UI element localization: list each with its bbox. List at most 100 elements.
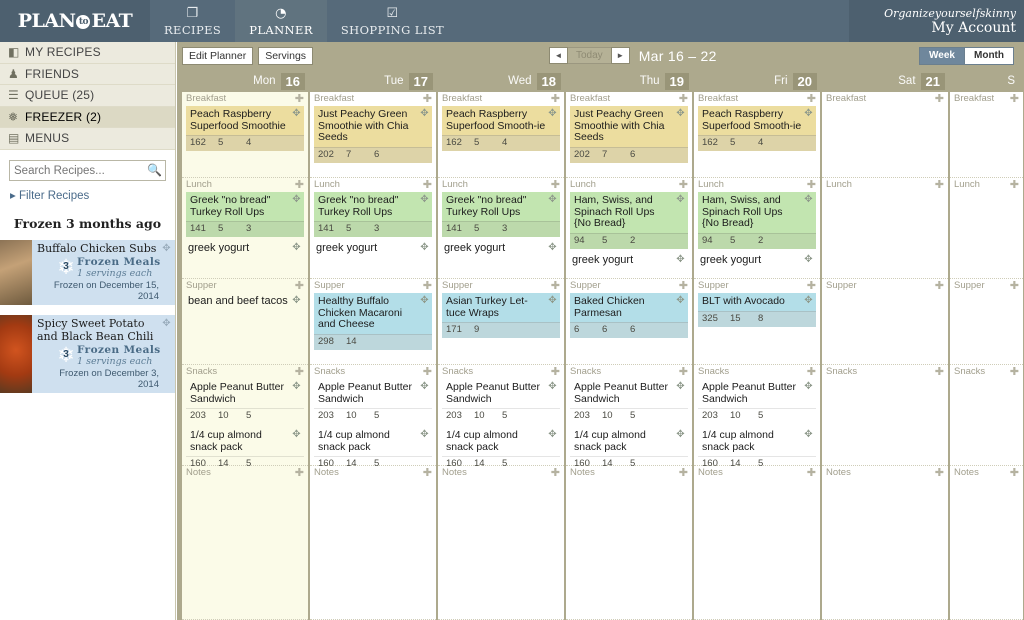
day-header-thu[interactable]: Thu 19 (566, 70, 693, 92)
add-note-icon[interactable]: ✚ (1010, 466, 1019, 480)
sidebar-item-menus[interactable]: ▤ MENUS (0, 128, 175, 150)
today-button[interactable]: Today (568, 47, 611, 64)
sidebar-item-friends[interactable]: ♟ FRIENDS (0, 63, 175, 85)
day-header-sat[interactable]: Sat 21 (822, 70, 949, 92)
add-supper-icon[interactable]: ✚ (423, 279, 432, 293)
add-supper-icon[interactable]: ✚ (679, 279, 688, 293)
add-supper-icon[interactable]: ✚ (1010, 279, 1019, 293)
meal-item[interactable]: Just Peachy Green Smoothie with Chia See… (314, 106, 432, 163)
add-note-icon[interactable]: ✚ (551, 466, 560, 480)
add-lunch-icon[interactable]: ✚ (295, 178, 304, 192)
add-note-icon[interactable]: ✚ (679, 466, 688, 480)
meal-item[interactable]: Peach Raspberry Superfood Smooth-ie ✥ 162 5… (442, 106, 560, 151)
meal-item[interactable]: Baked Chicken Parmesan ✥ 6 6 6 (570, 293, 688, 338)
add-lunch-icon[interactable]: ✚ (423, 178, 432, 192)
add-breakfast-icon[interactable]: ✚ (1010, 92, 1019, 106)
add-snacks-icon[interactable]: ✚ (935, 365, 944, 379)
add-supper-icon[interactable]: ✚ (935, 279, 944, 293)
drag-handle-icon[interactable]: ✥ (803, 108, 814, 119)
add-snacks-icon[interactable]: ✚ (807, 365, 816, 379)
drag-handle-icon[interactable]: ✥ (675, 295, 686, 306)
list-item[interactable]: ✥ Spicy Sweet Potato and Black Bean Chil… (0, 314, 175, 394)
day-header-tue[interactable]: Tue 17 (310, 70, 437, 92)
add-supper-icon[interactable]: ✚ (295, 279, 304, 293)
meal-item[interactable]: Ham, Swiss, and Spinach Roll Ups {No Bre… (698, 192, 816, 249)
meal-item[interactable]: Apple Peanut Butter Sandwich ✥ 203 10 5 (698, 379, 816, 424)
notes-section[interactable]: Notes ✚ (438, 466, 564, 620)
filter-recipes-toggle[interactable]: ▸ Filter Recipes (0, 181, 175, 202)
day-header-fri[interactable]: Fri 20 (694, 70, 821, 92)
app-logo[interactable]: PLAN to EAT (0, 0, 150, 42)
add-breakfast-icon[interactable]: ✚ (679, 92, 688, 106)
meal-item[interactable]: Apple Peanut Butter Sandwich ✥ 203 10 5 (314, 379, 432, 424)
add-snacks-icon[interactable]: ✚ (295, 365, 304, 379)
add-lunch-icon[interactable]: ✚ (935, 178, 944, 192)
drag-handle-icon[interactable]: ✥ (803, 429, 814, 440)
notes-section[interactable]: Notes ✚ (566, 466, 692, 620)
meal-item[interactable]: bean and beef tacos ✥ (186, 293, 304, 311)
drag-handle-icon[interactable]: ✥ (803, 295, 814, 306)
drag-handle-icon[interactable]: ✥ (419, 194, 430, 205)
view-month-button[interactable]: Month (965, 47, 1014, 65)
next-week-button[interactable]: ► (610, 47, 630, 64)
search-icon[interactable]: 🔍 (147, 163, 162, 177)
meal-item[interactable]: Just Peachy Green Smoothie with Chia See… (570, 106, 688, 163)
sidebar-item-my-recipes[interactable]: ◧ MY RECIPES (0, 42, 175, 64)
drag-handle-icon[interactable]: ✥ (675, 429, 686, 440)
list-item[interactable]: ✥ Buffalo Chicken Subs ❄ 3 Frozen Meals … (0, 238, 175, 306)
view-week-button[interactable]: Week (919, 47, 965, 65)
add-note-icon[interactable]: ✚ (807, 466, 816, 480)
add-note-icon[interactable]: ✚ (295, 466, 304, 480)
meal-item[interactable]: Greek "no bread" Turkey Roll Ups ✥ 141 5 3 (442, 192, 560, 237)
add-breakfast-icon[interactable]: ✚ (807, 92, 816, 106)
add-breakfast-icon[interactable]: ✚ (935, 92, 944, 106)
drag-handle-icon[interactable]: ✥ (291, 381, 302, 392)
meal-item[interactable]: Greek "no bread" Turkey Roll Ups ✥ 141 5 3 (186, 192, 304, 237)
drag-handle-icon[interactable]: ✥ (547, 194, 558, 205)
drag-handle-icon[interactable]: ✥ (803, 194, 814, 205)
nav-tab-recipes[interactable]: ❐ RECIPES (150, 0, 235, 42)
drag-handle-icon[interactable]: ✥ (547, 242, 558, 253)
notes-section[interactable]: Notes ✚ (310, 466, 436, 620)
meal-item[interactable]: Apple Peanut Butter Sandwich ✥ 203 10 5 (442, 379, 560, 424)
drag-handle-icon[interactable]: ✥ (291, 242, 302, 253)
drag-handle-icon[interactable]: ✥ (675, 381, 686, 392)
meal-item[interactable]: Healthy Buffalo Chicken Macaroni and Che… (314, 293, 432, 350)
notes-section[interactable]: Notes ✚ (950, 466, 1023, 620)
notes-section[interactable]: Notes ✚ (182, 466, 308, 620)
drag-handle-icon[interactable]: ✥ (291, 194, 302, 205)
notes-section[interactable]: Notes ✚ (694, 466, 820, 620)
drag-handle-icon[interactable]: ✥ (161, 318, 172, 329)
meal-item[interactable]: greek yogurt ✥ (698, 252, 816, 270)
nav-tab-shopping-list[interactable]: ☑ SHOPPING LIST (327, 0, 458, 42)
meal-item[interactable]: Apple Peanut Butter Sandwich ✥ 203 10 5 (570, 379, 688, 424)
nav-tab-planner[interactable]: ◔ PLANNER (235, 0, 327, 42)
add-supper-icon[interactable]: ✚ (807, 279, 816, 293)
add-snacks-icon[interactable]: ✚ (1010, 365, 1019, 379)
add-breakfast-icon[interactable]: ✚ (423, 92, 432, 106)
meal-item[interactable]: Apple Peanut Butter Sandwich ✥ 203 10 5 (186, 379, 304, 424)
day-header-mon[interactable]: Mon 16 (182, 70, 309, 92)
meal-item[interactable]: Greek "no bread" Turkey Roll Ups ✥ 141 5 3 (314, 192, 432, 237)
meal-item[interactable]: BLT with Avocado ✥ 325 15 8 (698, 293, 816, 327)
previous-week-button[interactable]: ◄ (549, 47, 568, 64)
drag-handle-icon[interactable]: ✥ (547, 381, 558, 392)
drag-handle-icon[interactable]: ✥ (803, 381, 814, 392)
meal-item[interactable]: Asian Turkey Let-tuce Wraps ✥ 171 9 (442, 293, 560, 338)
drag-handle-icon[interactable]: ✥ (547, 108, 558, 119)
add-snacks-icon[interactable]: ✚ (679, 365, 688, 379)
add-snacks-icon[interactable]: ✚ (551, 365, 560, 379)
sidebar-item-queue[interactable]: ☰ QUEUE (25) (0, 85, 175, 107)
my-account-link[interactable]: My Account (931, 20, 1016, 36)
drag-handle-icon[interactable]: ✥ (675, 194, 686, 205)
sidebar-item-freezer[interactable]: ❅ FREEZER (2) (0, 106, 175, 128)
drag-handle-icon[interactable]: ✥ (547, 295, 558, 306)
add-lunch-icon[interactable]: ✚ (551, 178, 560, 192)
add-lunch-icon[interactable]: ✚ (1010, 178, 1019, 192)
day-header-s[interactable]: S (950, 70, 1024, 92)
meal-item[interactable]: greek yogurt ✥ (442, 240, 560, 258)
servings-button[interactable]: Servings (258, 47, 314, 65)
meal-item[interactable]: greek yogurt ✥ (314, 240, 432, 258)
meal-item[interactable]: Ham, Swiss, and Spinach Roll Ups {No Bre… (570, 192, 688, 249)
edit-planner-button[interactable]: Edit Planner (182, 47, 254, 65)
